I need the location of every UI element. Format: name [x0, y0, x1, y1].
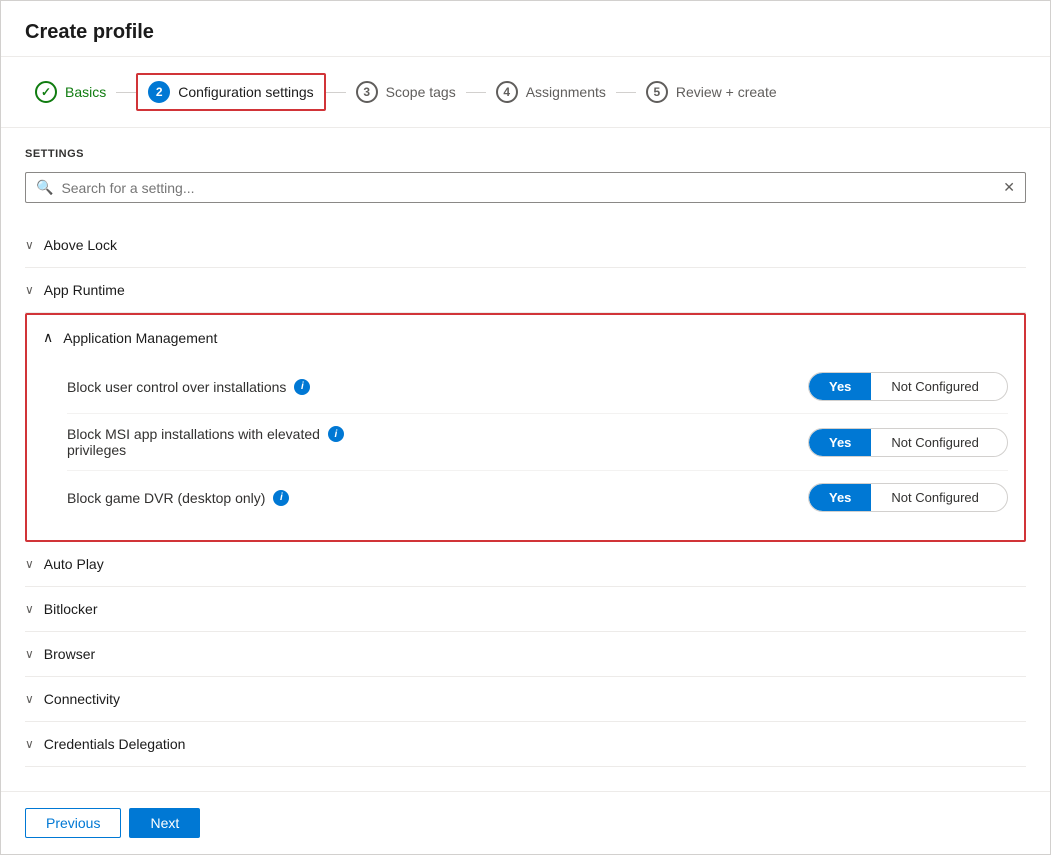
block-user-control-text: Block user control over installations: [67, 379, 286, 395]
accordion-auto-play-header[interactable]: ∨ Auto Play: [25, 542, 1026, 586]
step-configuration[interactable]: 2 Configuration settings: [136, 73, 325, 111]
step-basics[interactable]: ✓ Basics: [25, 75, 116, 109]
content-area: SETTINGS 🔍 ✕ ∨ Above Lock ∨ App Runtime …: [1, 128, 1050, 791]
accordion-bitlocker-header[interactable]: ∨ Bitlocker: [25, 587, 1026, 631]
application-management-body: Block user control over installations i …: [27, 360, 1024, 540]
step-basics-label: Basics: [65, 84, 106, 100]
info-icon-block-msi-app[interactable]: i: [328, 426, 344, 442]
step-scope-label: Scope tags: [386, 84, 456, 100]
step-review-circle: 5: [646, 81, 668, 103]
settings-header: SETTINGS: [25, 148, 1026, 160]
toggle-group-block-game-dvr: Yes Not Configured: [808, 483, 1008, 512]
toggle-not-configured-block-user-control[interactable]: Not Configured: [871, 373, 998, 400]
accordion-browser: ∨ Browser: [25, 632, 1026, 677]
step-connector-4: [616, 92, 636, 93]
accordion-connectivity-header[interactable]: ∨ Connectivity: [25, 677, 1026, 721]
accordion-application-management-header[interactable]: ∧ Application Management: [27, 315, 1024, 360]
accordion-app-runtime-header[interactable]: ∨ App Runtime: [25, 268, 1026, 312]
step-scope-circle: 3: [356, 81, 378, 103]
step-assignments[interactable]: 4 Assignments: [486, 75, 616, 109]
step-connector-1: [116, 92, 136, 93]
step-review-label: Review + create: [676, 84, 777, 100]
block-game-dvr-text: Block game DVR (desktop only): [67, 490, 265, 506]
step-basics-circle: ✓: [35, 81, 57, 103]
step-4-number: 4: [503, 85, 510, 99]
setting-row-block-game-dvr: Block game DVR (desktop only) i Yes Not …: [67, 471, 1008, 524]
step-review[interactable]: 5 Review + create: [636, 75, 787, 109]
accordion-bitlocker: ∨ Bitlocker: [25, 587, 1026, 632]
toggle-yes-block-msi-app[interactable]: Yes: [809, 429, 871, 456]
search-input[interactable]: [61, 180, 995, 196]
clear-icon[interactable]: ✕: [1003, 179, 1015, 196]
checkmark-icon: ✓: [41, 85, 51, 99]
toggle-not-configured-block-msi-app[interactable]: Not Configured: [871, 429, 998, 456]
search-bar: 🔍 ✕: [25, 172, 1026, 203]
accordion-above-lock-header[interactable]: ∨ Above Lock: [25, 223, 1026, 267]
application-management-label: Application Management: [63, 330, 217, 346]
accordion-browser-header[interactable]: ∨ Browser: [25, 632, 1026, 676]
step-connector-3: [466, 92, 486, 93]
chevron-down-icon-3: ∨: [25, 557, 34, 571]
step-assignments-label: Assignments: [526, 84, 606, 100]
page-title: Create profile: [1, 1, 1050, 57]
next-button[interactable]: Next: [129, 808, 200, 838]
bitlocker-label: Bitlocker: [44, 601, 98, 617]
setting-row-block-msi-app: Block MSI app installations with elevate…: [67, 414, 1008, 471]
step-scope[interactable]: 3 Scope tags: [346, 75, 466, 109]
chevron-down-icon-5: ∨: [25, 647, 34, 661]
accordion-application-management: ∧ Application Management Block user cont…: [25, 313, 1026, 542]
chevron-down-icon: ∨: [25, 238, 34, 252]
browser-label: Browser: [44, 646, 95, 662]
setting-row-block-user-control: Block user control over installations i …: [67, 360, 1008, 414]
accordion-connectivity: ∨ Connectivity: [25, 677, 1026, 722]
step-configuration-circle: 2: [148, 81, 170, 103]
above-lock-label: Above Lock: [44, 237, 117, 253]
create-profile-window: Create profile ✓ Basics 2 Configuration …: [0, 0, 1051, 855]
app-runtime-label: App Runtime: [44, 282, 125, 298]
toggle-group-block-msi-app: Yes Not Configured: [808, 428, 1008, 457]
credentials-delegation-label: Credentials Delegation: [44, 736, 186, 752]
auto-play-label: Auto Play: [44, 556, 104, 572]
chevron-down-icon-7: ∨: [25, 737, 34, 751]
block-msi-app-text-line1: Block MSI app installations with elevate…: [67, 426, 320, 442]
toggle-group-block-user-control: Yes Not Configured: [808, 372, 1008, 401]
previous-button[interactable]: Previous: [25, 808, 121, 838]
step-5-number: 5: [654, 85, 661, 99]
accordion-app-runtime: ∨ App Runtime: [25, 268, 1026, 313]
step-2-number: 2: [156, 85, 163, 99]
info-icon-block-user-control[interactable]: i: [294, 379, 310, 395]
step-3-number: 3: [363, 85, 370, 99]
connectivity-label: Connectivity: [44, 691, 120, 707]
block-msi-app-label-line: Block MSI app installations with elevate…: [67, 426, 792, 442]
footer: Previous Next: [1, 791, 1050, 854]
wizard-steps: ✓ Basics 2 Configuration settings 3 Scop…: [1, 57, 1050, 128]
accordion-credentials-delegation-header[interactable]: ∨ Credentials Delegation: [25, 722, 1026, 766]
chevron-down-icon-6: ∨: [25, 692, 34, 706]
accordion-above-lock: ∨ Above Lock: [25, 223, 1026, 268]
accordion-auto-play: ∨ Auto Play: [25, 542, 1026, 587]
step-configuration-label: Configuration settings: [178, 84, 313, 100]
setting-label-block-msi-app: Block MSI app installations with elevate…: [67, 426, 792, 458]
toggle-yes-block-game-dvr[interactable]: Yes: [809, 484, 871, 511]
search-icon: 🔍: [36, 179, 53, 196]
toggle-not-configured-block-game-dvr[interactable]: Not Configured: [871, 484, 998, 511]
accordion-credentials-delegation: ∨ Credentials Delegation: [25, 722, 1026, 767]
setting-label-block-game-dvr: Block game DVR (desktop only) i: [67, 490, 808, 506]
chevron-down-icon-4: ∨: [25, 602, 34, 616]
chevron-down-icon-2: ∨: [25, 283, 34, 297]
block-msi-app-text-line2: privileges: [67, 442, 792, 458]
setting-label-block-user-control: Block user control over installations i: [67, 379, 808, 395]
step-assignments-circle: 4: [496, 81, 518, 103]
info-icon-block-game-dvr[interactable]: i: [273, 490, 289, 506]
toggle-yes-block-user-control[interactable]: Yes: [809, 373, 871, 400]
chevron-up-icon: ∧: [43, 329, 53, 346]
step-connector-2: [326, 92, 346, 93]
